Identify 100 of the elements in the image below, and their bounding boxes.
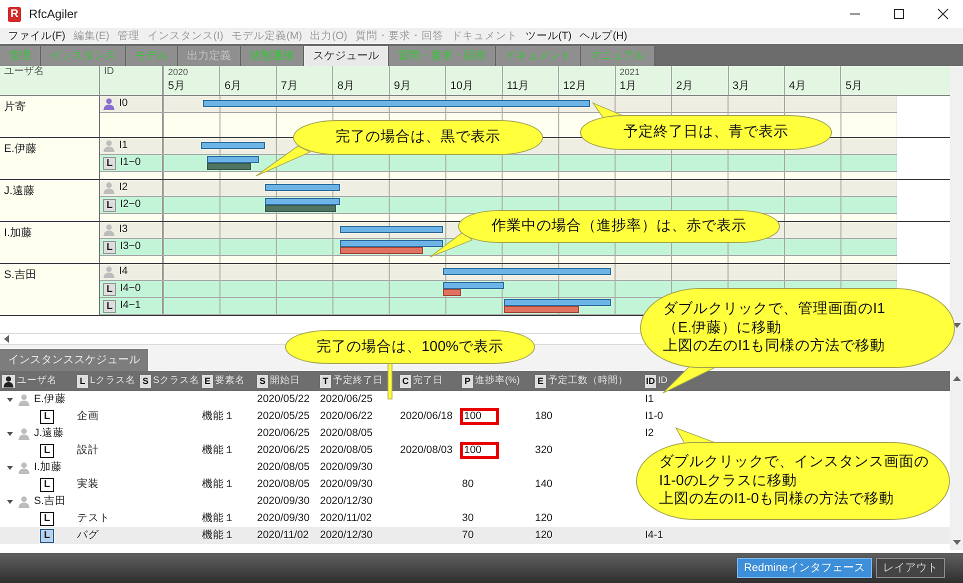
instance-id[interactable]: I0 <box>119 96 128 112</box>
column-header[interactable]: Sクラス名 <box>153 374 200 388</box>
class-badge: L <box>40 512 54 526</box>
table-cell: 2020/06/18 <box>400 410 453 422</box>
scroll-up-icon[interactable] <box>952 375 960 381</box>
toolbar-button[interactable]: レイアウト <box>876 558 945 578</box>
planned-bar[interactable] <box>206 156 259 163</box>
table-cell: 2020/06/25 <box>257 427 310 439</box>
instance-id[interactable]: I1−0 <box>120 155 141 171</box>
instance-id[interactable]: I4 <box>119 264 128 280</box>
callout-text: （E.伊藤）に移動 <box>663 318 782 338</box>
class-badge: L <box>40 528 54 542</box>
caret-icon[interactable] <box>6 498 14 506</box>
callout-text: 完了の場合は、100%で表示 <box>316 338 504 356</box>
planned-bar[interactable] <box>504 299 612 306</box>
instance-id[interactable]: I3−0 <box>120 239 141 255</box>
column-header[interactable]: 開始日 <box>270 374 300 388</box>
table-cell: 2020/08/05 <box>257 478 310 490</box>
column-header[interactable]: ID <box>658 374 668 388</box>
planned-bar[interactable] <box>201 142 265 149</box>
user-name: S.吉田 <box>34 494 66 509</box>
instance-id[interactable]: I4−1 <box>120 298 141 314</box>
column-header[interactable]: 予定終了日 <box>333 374 383 388</box>
month-label: 12月 <box>563 79 588 94</box>
tab[interactable]: スケジュール <box>304 46 389 66</box>
planned-bar[interactable] <box>340 240 444 247</box>
callout-text: ダブルクリックで、インスタンス画面の <box>659 452 929 472</box>
callout-text: 上図の左のI1-0も同様の方法で移動 <box>659 490 894 510</box>
column-icon: T <box>320 374 331 388</box>
table-cell: 2020/11/02 <box>320 512 372 524</box>
column-header[interactable]: ユーザ名 <box>17 374 57 388</box>
planned-bar[interactable] <box>202 100 590 107</box>
menu-item[interactable]: ヘルプ(H) <box>576 28 632 44</box>
user-name[interactable]: E.伊藤 <box>0 138 100 179</box>
scroll-down-icon[interactable] <box>952 540 960 546</box>
vertical-scrollbar[interactable] <box>950 66 963 345</box>
panel-tab[interactable]: インスタンススケジュール <box>0 349 148 371</box>
planned-bar[interactable] <box>443 282 504 289</box>
vertical-scrollbar[interactable] <box>950 371 963 550</box>
person-icon <box>18 496 30 508</box>
table-cell: 140 <box>535 478 553 490</box>
table-cell: 100 <box>460 442 499 459</box>
caret-icon[interactable] <box>6 464 14 472</box>
class-badge: L <box>103 282 116 296</box>
planned-bar[interactable] <box>340 226 444 233</box>
planned-bar[interactable] <box>264 184 340 191</box>
user-name: J.遠藤 <box>34 426 64 441</box>
scroll-left-icon[interactable] <box>4 335 10 343</box>
column-header[interactable]: 進捗率(%) <box>475 374 520 388</box>
table-cell: I1 <box>645 393 654 405</box>
table-cell: 2020/08/05 <box>320 444 373 456</box>
table-cell: 2020/09/30 <box>320 461 373 473</box>
toolbar-button[interactable]: Redmineインタフェース <box>736 558 872 578</box>
table-cell: 2020/05/22 <box>257 393 310 405</box>
month-label: 5月 <box>168 79 186 94</box>
column-icon: ID <box>645 374 656 388</box>
table-cell: 180 <box>535 410 553 422</box>
callout-text: 作業中の場合（進捗率）は、赤で表示 <box>492 217 746 236</box>
person-icon <box>18 394 30 406</box>
table-cell-text: 30 <box>462 511 474 526</box>
table-cell-text: 70 <box>462 528 474 543</box>
menu-item[interactable]: ファイル(F) <box>4 28 70 44</box>
instance-id[interactable]: I1 <box>119 138 128 154</box>
table-cell: 2020/08/05 <box>320 427 373 439</box>
user-name[interactable]: 片寄 <box>0 96 100 137</box>
table-cell: 2020/05/25 <box>257 410 310 422</box>
column-header[interactable]: 予定工数（時間） <box>548 374 628 388</box>
instance-id[interactable]: I2 <box>119 180 128 196</box>
user-name[interactable]: J.遠藤 <box>0 180 100 221</box>
table-cell: I2 <box>645 427 654 439</box>
column-header[interactable]: Lクラス名 <box>90 374 136 388</box>
year-label: 2020 <box>168 66 190 78</box>
month-label: 1月 <box>620 79 638 94</box>
selected-row[interactable]: L バグ 機能１ 2020/11/02 2020/12/30 70 120 I4-1 <box>0 527 950 544</box>
column-icon: S <box>140 374 151 388</box>
month-label: 7月 <box>280 79 300 94</box>
caret-icon[interactable] <box>6 430 14 438</box>
person-icon <box>2 374 15 388</box>
column-icon: L <box>77 374 88 388</box>
maximize-icon[interactable] <box>893 8 905 20</box>
instance-id[interactable]: I4−0 <box>120 281 141 297</box>
planned-bar[interactable] <box>443 268 612 275</box>
month-label: 10月 <box>450 79 475 94</box>
user-name[interactable]: S.吉田 <box>0 264 100 315</box>
callout-text: ダブルクリックで、管理画面のI1 <box>663 300 886 319</box>
menu-item[interactable]: ツール(T) <box>521 28 576 44</box>
close-icon[interactable] <box>937 8 949 20</box>
column-header[interactable]: 要素名 <box>215 374 245 388</box>
column-icon: E <box>535 374 546 388</box>
callout-text: 予定終了日は、青で表示 <box>624 123 788 142</box>
table-cell: テスト <box>77 512 110 524</box>
user-name[interactable]: I.加藤 <box>0 222 100 263</box>
column-header[interactable]: 完了日 <box>413 374 443 388</box>
instance-id[interactable]: I3 <box>119 222 128 238</box>
table-cell: 2020/12/30 <box>320 529 373 541</box>
planned-bar[interactable] <box>264 198 340 205</box>
month-label: 8月 <box>337 79 356 94</box>
caret-icon[interactable] <box>6 396 14 404</box>
column-header: ID <box>100 66 163 95</box>
instance-id[interactable]: I2−0 <box>120 197 141 213</box>
